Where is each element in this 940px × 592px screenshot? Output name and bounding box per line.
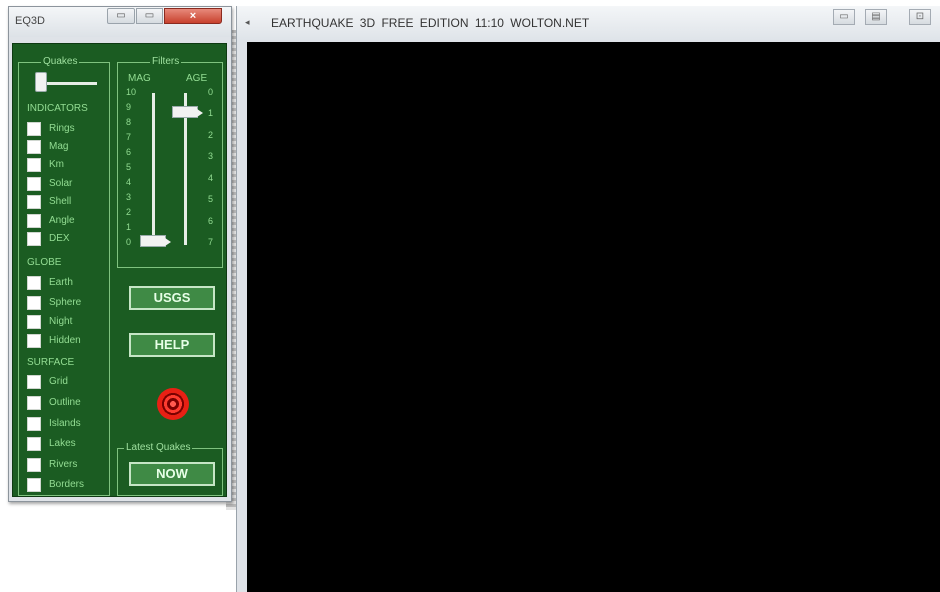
- checkbox-label: Night: [49, 316, 73, 327]
- checkbox-box[interactable]: [27, 417, 41, 431]
- age-tick-label: 6: [208, 215, 214, 226]
- close-icon: ×: [189, 10, 197, 22]
- checkbox-label: Earth: [49, 277, 73, 288]
- mag-tick-label: 3: [126, 192, 132, 202]
- surface-heading: SURFACE: [27, 357, 75, 368]
- checkbox-label: DEX: [49, 233, 70, 244]
- mag-tick-label: 5: [126, 162, 132, 172]
- restore-icon: ⊡: [915, 11, 925, 22]
- maximize-icon: ▤: [871, 11, 881, 22]
- checkbox-label: Shell: [49, 196, 72, 207]
- control-titlebar[interactable]: EQ3D ▭ ▭ ×: [9, 7, 231, 37]
- age-slider-thumb[interactable]: [172, 106, 203, 119]
- minimize-icon: ▭: [839, 11, 849, 22]
- age-tick-label: 5: [208, 194, 214, 205]
- mag-tick-label: 8: [126, 117, 132, 127]
- checkbox-box[interactable]: [27, 334, 41, 348]
- main-titlebar[interactable]: ◂ EARTHQUAKE 3D FREE EDITION 11:10 WOLTO…: [237, 6, 940, 40]
- checkbox-box[interactable]: [27, 437, 41, 451]
- checkbox-label: Borders: [49, 479, 85, 490]
- checkbox-box[interactable]: [27, 458, 41, 472]
- checkbox-box[interactable]: [27, 177, 41, 191]
- globe-viewport[interactable]: [247, 42, 940, 592]
- checkbox-box[interactable]: [27, 195, 41, 209]
- mag-tick-label: 2: [126, 207, 132, 217]
- checkbox-label: Solar: [49, 178, 73, 189]
- age-label: AGE: [186, 73, 208, 84]
- mag-tick-label: 0: [126, 237, 132, 247]
- checkbox-label: Islands: [49, 418, 81, 429]
- close-button[interactable]: ×: [164, 8, 222, 24]
- control-panel: Quakes INDICATORS Rings Mag Km Solar She…: [12, 43, 227, 497]
- checkbox-label: Rivers: [49, 459, 78, 470]
- checkbox-box[interactable]: [27, 296, 41, 310]
- checkbox-box[interactable]: [27, 122, 41, 136]
- maximize-button[interactable]: ▭: [136, 8, 163, 24]
- checkbox-box[interactable]: [27, 396, 41, 410]
- mag-label: MAG: [128, 73, 151, 84]
- checkbox-box[interactable]: [27, 276, 41, 290]
- now-button[interactable]: NOW: [129, 462, 215, 486]
- system-menu-icon[interactable]: ◂: [245, 17, 250, 28]
- desktop: EQ3D ▭ ▭ × Quakes INDICATORS Rings Mag K…: [0, 0, 940, 592]
- checkbox-label: Grid: [49, 376, 68, 387]
- quakes-panel: Quakes INDICATORS Rings Mag Km Solar She…: [18, 56, 110, 496]
- globe-heading: GLOBE: [27, 257, 62, 268]
- target-icon[interactable]: [157, 388, 189, 420]
- minimize-button[interactable]: ▭: [107, 8, 135, 24]
- quakes-legend: Quakes: [41, 56, 80, 67]
- control-window: EQ3D ▭ ▭ × Quakes INDICATORS Rings Mag K…: [8, 6, 232, 502]
- mag-tick-label: 10: [126, 87, 137, 97]
- filters-panel: Filters MAG AGE 10 9 8 7 6 5 4 3 2 1 0 01234567: [117, 56, 223, 268]
- help-button[interactable]: HELP: [129, 333, 215, 357]
- maximize-icon: ▭: [144, 10, 155, 21]
- age-tick-label: 3: [208, 151, 214, 162]
- main-window-title: EARTHQUAKE 3D FREE EDITION 11:10 WOLTON.…: [271, 16, 590, 30]
- age-tick-label: 1: [208, 108, 214, 119]
- main-window: ◂ EARTHQUAKE 3D FREE EDITION 11:10 WOLTO…: [236, 6, 940, 592]
- age-tick-label: 4: [208, 172, 214, 183]
- filters-legend: Filters: [150, 56, 182, 67]
- checkbox-box[interactable]: [27, 315, 41, 329]
- control-window-title: EQ3D: [15, 15, 45, 27]
- checkbox-label: Outline: [49, 397, 81, 408]
- mag-tick-label: 1: [126, 222, 132, 232]
- mag-tick-label: 7: [126, 132, 132, 142]
- minimize-icon: ▭: [116, 10, 126, 21]
- mag-slider-thumb[interactable]: [140, 235, 171, 247]
- checkbox-label: Sphere: [49, 297, 82, 308]
- indicators-heading: INDICATORS: [27, 103, 88, 114]
- checkbox-box[interactable]: [27, 375, 41, 389]
- checkbox-label: Rings: [49, 123, 75, 134]
- mag-tick-label: 6: [126, 147, 132, 157]
- main-close-button[interactable]: ⊡: [909, 9, 931, 25]
- main-maximize-button[interactable]: ▤: [865, 9, 887, 25]
- checkbox-box[interactable]: [27, 158, 41, 172]
- age-tick-label: 0: [208, 87, 214, 97]
- main-minimize-button[interactable]: ▭: [833, 9, 855, 25]
- mag-tick-label: 9: [126, 102, 132, 112]
- age-tick-label: 2: [208, 129, 214, 140]
- quakes-slider-track[interactable]: [41, 82, 97, 85]
- checkbox-label: Mag: [49, 141, 69, 152]
- checkbox-label: Hidden: [49, 335, 81, 346]
- usgs-button[interactable]: USGS: [129, 286, 215, 310]
- checkbox-label: Angle: [49, 215, 75, 226]
- age-tick-label: 7: [208, 237, 214, 247]
- checkbox-label: Km: [49, 159, 64, 170]
- checkbox-box[interactable]: [27, 140, 41, 154]
- mag-slider-track[interactable]: [152, 93, 155, 245]
- quakes-slider-thumb[interactable]: [35, 72, 47, 92]
- checkbox-box[interactable]: [27, 478, 41, 492]
- checkbox-label: Lakes: [49, 438, 76, 449]
- latest-quakes-legend: Latest Quakes: [124, 442, 193, 453]
- mag-tick-label: 4: [126, 177, 132, 187]
- checkbox-box[interactable]: [27, 232, 41, 246]
- checkbox-box[interactable]: [27, 214, 41, 228]
